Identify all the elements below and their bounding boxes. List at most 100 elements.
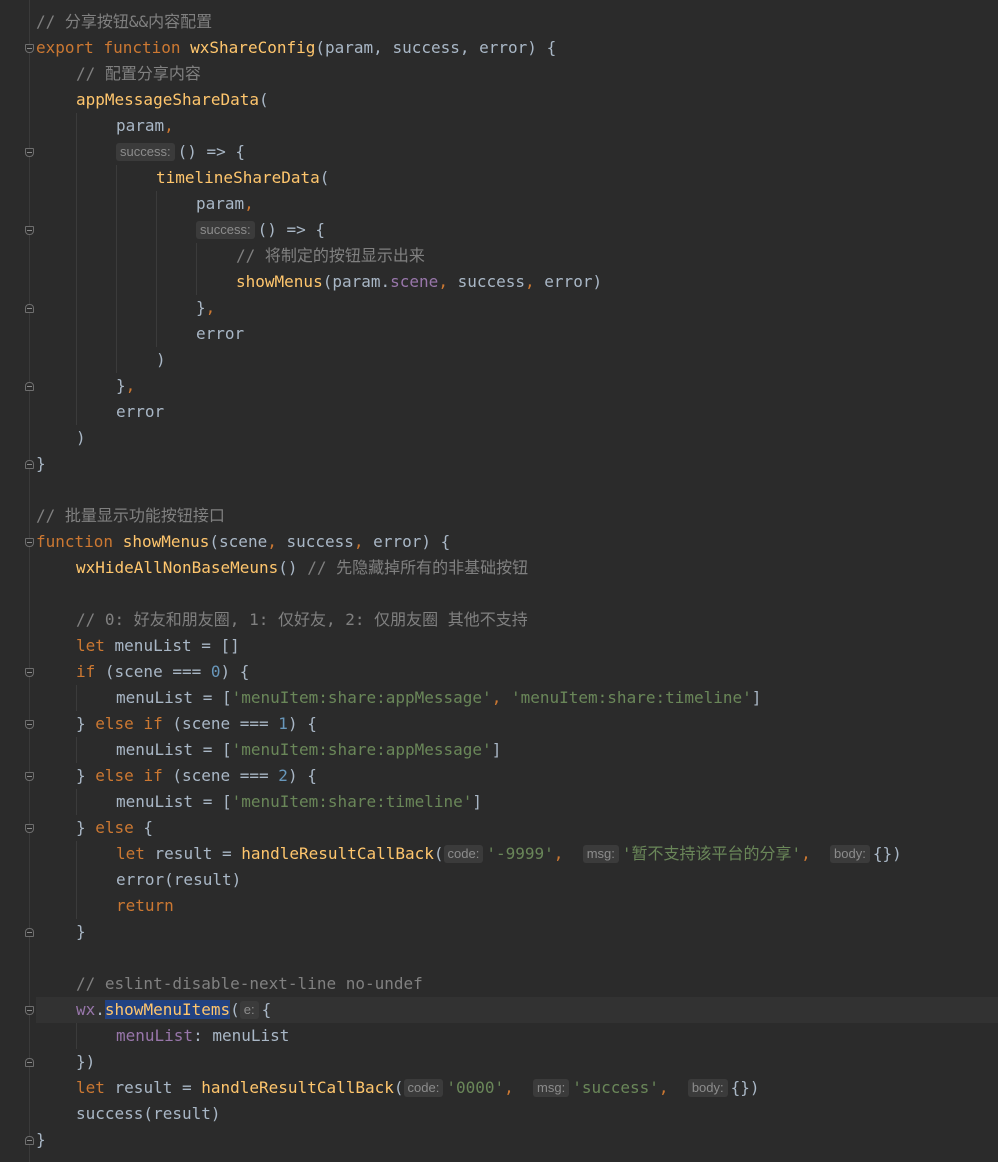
indent-guide xyxy=(76,295,77,321)
comment-token: // eslint-disable-next-line no-undef xyxy=(76,974,423,993)
code-line[interactable]: menuList: menuList xyxy=(36,1023,998,1049)
code-line[interactable]: }) xyxy=(36,1049,998,1075)
indent-guide xyxy=(156,295,157,321)
code-token: {}) xyxy=(872,844,902,863)
code-line[interactable]: export function wxShareConfig(param, suc… xyxy=(36,35,998,61)
code-line[interactable]: error xyxy=(36,399,998,425)
code-line[interactable]: // 将制定的按钮显示出来 xyxy=(36,243,998,269)
function-token: wxHideAllNonBaseMeuns xyxy=(76,558,279,577)
code-line[interactable]: success(result) xyxy=(36,1101,998,1127)
code-line[interactable]: ) xyxy=(36,425,998,451)
indent-guide xyxy=(76,893,77,919)
code-token: error) xyxy=(534,272,603,291)
fold-end-icon[interactable] xyxy=(25,382,34,391)
code-line[interactable]: }, xyxy=(36,295,998,321)
fold-toggle-icon[interactable] xyxy=(25,44,34,53)
code-line[interactable] xyxy=(36,581,998,607)
fold-end-icon[interactable] xyxy=(25,460,34,469)
code-token: menuList = [ xyxy=(116,792,232,811)
fold-toggle-icon[interactable] xyxy=(25,668,34,677)
fold-toggle-icon[interactable] xyxy=(25,226,34,235)
code-line[interactable]: // eslint-disable-next-line no-undef xyxy=(36,971,998,997)
property-token: scene xyxy=(390,272,439,291)
code-line[interactable]: menuList = ['menuItem:share:appMessage',… xyxy=(36,685,998,711)
comment-token: // 分享按钮&&内容配置 xyxy=(36,12,213,31)
code-editor[interactable]: // 分享按钮&&内容配置 export function wxShareConf… xyxy=(0,0,998,1162)
code-token: error(result) xyxy=(116,870,242,889)
keyword-token: , xyxy=(164,116,174,135)
keyword-token: , xyxy=(491,688,502,707)
code-line[interactable]: } else if (scene === 1) { xyxy=(36,711,998,737)
fold-toggle-icon[interactable] xyxy=(25,824,34,833)
fold-end-icon[interactable] xyxy=(25,928,34,937)
code-line[interactable]: wx.showMenuItems(e:{ xyxy=(36,997,998,1023)
code-token: error xyxy=(196,324,245,343)
code-line[interactable]: param, xyxy=(36,113,998,139)
code-line[interactable]: ) xyxy=(36,347,998,373)
code-line[interactable]: timelineShareData( xyxy=(36,165,998,191)
code-area[interactable]: // 分享按钮&&内容配置 export function wxShareConf… xyxy=(36,9,998,1153)
code-line[interactable]: // 0: 好友和朋友圈, 1: 仅好友, 2: 仅朋友圈 其他不支持 xyxy=(36,607,998,633)
fold-end-icon[interactable] xyxy=(25,1058,34,1067)
code-line[interactable]: error xyxy=(36,321,998,347)
editor-gutter xyxy=(0,0,36,1162)
parameter-hint: success: xyxy=(116,143,175,161)
code-line[interactable]: showMenus(param.scene, success, error) xyxy=(36,269,998,295)
code-line[interactable]: appMessageShareData( xyxy=(36,87,998,113)
code-line[interactable]: } xyxy=(36,919,998,945)
code-line[interactable] xyxy=(36,477,998,503)
fold-toggle-icon[interactable] xyxy=(25,1006,34,1015)
code-line[interactable]: let menuList = [] xyxy=(36,633,998,659)
number-token: 2 xyxy=(278,766,288,785)
fold-end-icon[interactable] xyxy=(25,1136,34,1145)
code-token: ) { xyxy=(287,766,317,785)
code-line[interactable]: success:() => { xyxy=(36,217,998,243)
code-line[interactable]: // 分享按钮&&内容配置 xyxy=(36,9,998,35)
code-line[interactable]: }, xyxy=(36,373,998,399)
code-line[interactable]: } else { xyxy=(36,815,998,841)
keyword-token: else xyxy=(95,818,134,837)
indent-guide xyxy=(76,373,77,399)
fold-end-icon[interactable] xyxy=(25,304,34,313)
code-line[interactable]: success:() => { xyxy=(36,139,998,165)
string-token: 'menuItem:share:timeline' xyxy=(231,792,473,811)
code-token: () => { xyxy=(257,220,326,239)
code-token: ( xyxy=(230,1000,240,1019)
code-line[interactable]: wxHideAllNonBaseMeuns() // 先隐藏掉所有的非基础按钮 xyxy=(36,555,998,581)
code-line[interactable] xyxy=(36,945,998,971)
code-line[interactable]: function showMenus(scene, success, error… xyxy=(36,529,998,555)
code-line[interactable]: return xyxy=(36,893,998,919)
code-line[interactable]: } xyxy=(36,1127,998,1153)
function-token: timelineShareData xyxy=(156,168,320,187)
code-line[interactable]: } xyxy=(36,451,998,477)
code-line[interactable]: menuList = ['menuItem:share:timeline'] xyxy=(36,789,998,815)
code-token: } xyxy=(116,376,126,395)
code-token: menuList = [] xyxy=(104,636,240,655)
code-line[interactable]: param, xyxy=(36,191,998,217)
fold-toggle-icon[interactable] xyxy=(25,148,34,157)
code-token: } xyxy=(76,714,96,733)
indent-guide xyxy=(76,191,77,217)
code-line[interactable]: } else if (scene === 2) { xyxy=(36,763,998,789)
code-line[interactable]: let result = handleResultCallBack(code: '… xyxy=(36,841,998,867)
code-token: (scene xyxy=(209,532,268,551)
fold-toggle-icon[interactable] xyxy=(25,720,34,729)
keyword-token: let xyxy=(116,844,145,863)
code-line[interactable]: menuList = ['menuItem:share:appMessage'] xyxy=(36,737,998,763)
code-line[interactable]: let result = handleResultCallBack(code: '… xyxy=(36,1075,998,1101)
code-token: menuList = [ xyxy=(116,740,232,759)
fold-toggle-icon[interactable] xyxy=(25,772,34,781)
code-line[interactable]: if (scene === 0) { xyxy=(36,659,998,685)
function-token: appMessageShareData xyxy=(76,90,260,109)
fold-toggle-icon[interactable] xyxy=(25,538,34,547)
keyword-token: , xyxy=(504,1078,514,1097)
code-line[interactable]: // 配置分享内容 xyxy=(36,61,998,87)
function-token: wxShareConfig xyxy=(190,38,316,57)
code-line[interactable]: error(result) xyxy=(36,867,998,893)
number-token: 0 xyxy=(210,662,221,681)
parameter-hint: body: xyxy=(830,845,870,863)
parameter-hint: body: xyxy=(687,1079,728,1097)
code-line[interactable]: // 批量显示功能按钮接口 xyxy=(36,503,998,529)
